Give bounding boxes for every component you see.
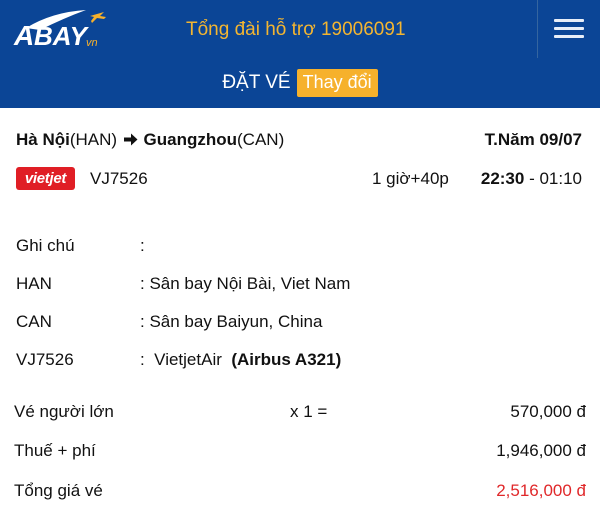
flight-date: T.Năm 09/07 (484, 130, 582, 149)
hamburger-icon-line (554, 35, 584, 38)
time-separator: - (524, 169, 540, 188)
origin-airport-name: : Sân bay Nội Bài, Viet Nam (140, 274, 351, 293)
dest-city: Guangzhou (143, 130, 238, 149)
abay-logo[interactable]: A BAY vn (12, 8, 112, 50)
origin-airport-code: HAN (16, 274, 52, 293)
flight-duration: 1 giờ+40p (372, 169, 449, 188)
adult-fare-label: Vé người lớn (14, 402, 114, 421)
adult-fare-price: 570,000 đ (510, 402, 586, 421)
plane-icon (90, 12, 106, 23)
flight-number: VJ7526 (90, 169, 148, 188)
change-button[interactable]: Thay đổi (296, 69, 378, 97)
dest-code: (CAN) (237, 130, 285, 149)
total-price: 2,516,000 đ (496, 481, 586, 500)
tax-fee-price: 1,946,000 đ (496, 441, 586, 460)
depart-time: 22:30 (480, 169, 525, 188)
aircraft-info: : VietjetAir (Airbus A321) (140, 350, 341, 370)
dest-airport-code: CAN (16, 312, 52, 331)
booking-title: ĐẶT VÉ (222, 72, 291, 93)
adult-fare-qty: x 1 = (290, 402, 328, 421)
hamburger-icon (554, 19, 584, 22)
vietjet-logo: vietjet (16, 167, 75, 190)
origin-code: (HAN) (69, 130, 118, 149)
flight-times: 22:30 - 01:10 (481, 169, 582, 189)
hamburger-icon-line (554, 27, 584, 30)
arrow-right-icon (123, 133, 138, 146)
top-header: A BAY vn Tổng đài hỗ trợ 19006091 (0, 0, 600, 58)
dest-airport-name: : Sân bay Baiyun, China (140, 312, 323, 331)
arrive-time: 01:10 (539, 169, 582, 188)
hotline-text[interactable]: Tổng đài hỗ trợ 19006091 (186, 19, 406, 41)
note-value: : (140, 236, 145, 255)
aircraft-model: (Airbus A321) (231, 350, 342, 369)
menu-button[interactable] (537, 0, 600, 58)
booking-bar: ĐẶT VÉ Thay đổi (0, 58, 600, 108)
note-label: Ghi chú (16, 236, 75, 255)
logo-a: A (13, 20, 34, 50)
logo-brand: BAY (34, 21, 90, 50)
aircraft-flight-code: VJ7526 (16, 350, 74, 369)
origin-city: Hà Nội (16, 130, 70, 149)
logo-suffix: vn (86, 37, 98, 49)
airline-name: : VietjetAir (140, 350, 232, 369)
tax-fee-label: Thuế + phí (14, 441, 96, 460)
total-label: Tổng giá vé (14, 481, 103, 500)
route-summary: Hà Nội(HAN) Guangzhou(CAN) (16, 130, 284, 150)
